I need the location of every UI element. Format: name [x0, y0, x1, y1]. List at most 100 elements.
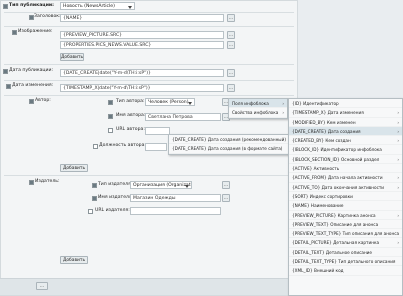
pub-date-input[interactable]: {DATE_CREATE|date("Y-m-d\TH:i:sP")}: [60, 69, 224, 77]
menu-item-label: Поля инфоблока: [232, 101, 269, 106]
author-name-checkbox[interactable]: [108, 114, 113, 119]
menu-item-date-recommended[interactable]: {DATE_CREATE} Дата создания (рекомендова…: [169, 135, 289, 145]
menu-item-field[interactable]: {CREATED_BY} Кем создан ›: [289, 136, 402, 146]
menu-item-field[interactable]: {PREVIEW_TEXT_TYPE} Тип описания для ано…: [289, 229, 402, 239]
menu-item-field[interactable]: {TIMESTAMP_X} Дата изменения ›: [289, 108, 402, 118]
chevron-right-icon: ›: [397, 184, 399, 190]
publisher-name-checkbox[interactable]: [92, 196, 97, 201]
publisher-name-label: Имя издателя:: [98, 195, 134, 200]
menu-item-label: {XML_ID} Внешний код: [292, 268, 344, 274]
menu-item-label: {SORT} Индекс сортировки: [292, 193, 353, 199]
menu-item-field[interactable]: {ACTIVE_TO} Дата окончания активности ›: [289, 183, 402, 192]
publisher-url-checkbox[interactable]: [88, 209, 93, 214]
image-1-plus-button[interactable]: ...: [227, 31, 235, 39]
publisher-add-button[interactable]: Добавить: [60, 256, 88, 264]
chevron-right-icon: ›: [397, 128, 399, 134]
menu-item-label: {IBLOCK_ID} Идентификатор инфоблока: [292, 147, 382, 153]
images-checkbox[interactable]: [12, 30, 17, 35]
menu-item-field[interactable]: {ACTIVE_FROM} Дата начала активности ›: [289, 173, 402, 183]
author-name-label: Имя автора:: [116, 113, 146, 118]
publisher-type-label: Тип издателя:: [98, 182, 133, 187]
menu-item-label: {IBLOCK_SECTION_ID} Основной раздел: [292, 156, 380, 162]
publisher-label: Издатель:: [35, 179, 60, 184]
source-menu: Поля инфоблока › Свойства инфоблока ›: [228, 98, 288, 119]
image-input-1[interactable]: {PREVIEW_PICTURE.SRC}: [60, 31, 224, 39]
menu-item-label: {MODIFIED_BY} Кем изменен: [292, 119, 356, 125]
author-position-input[interactable]: [145, 143, 167, 151]
menu-item-field[interactable]: {NAME} Наименование: [289, 201, 402, 211]
pub-date-plus-button[interactable]: ...: [227, 69, 235, 77]
pub-type-checkbox[interactable]: [3, 4, 8, 9]
publisher-type-plus-button[interactable]: ...: [222, 181, 230, 189]
chevron-right-icon: ›: [397, 110, 399, 116]
menu-item-field[interactable]: {MODIFIED_BY} Кем изменен ›: [289, 118, 402, 127]
title-label: Заголовок:: [34, 14, 61, 19]
author-type-select[interactable]: Человек (Person): [145, 98, 195, 106]
image-input-2[interactable]: {PROPERTIES.PICS_NEWS.VALUE.SRC}: [60, 41, 224, 49]
pub-date-label: Дата публикации:: [9, 68, 54, 73]
menu-item-field[interactable]: {DETAIL_TEXT_TYPE} Тип детального описан…: [289, 257, 402, 267]
menu-item-label: {PREVIEW_TEXT_TYPE} Тип описания для ано…: [292, 231, 400, 237]
publisher-type-select[interactable]: Организация (Organization): [130, 181, 192, 189]
menu-item-field[interactable]: {IBLOCK_ID} Идентификатор инфоблока: [289, 145, 402, 155]
menu-item-label: {DETAIL_TEXT_TYPE} Тип детального описан…: [292, 259, 396, 265]
menu-item-label: {PREVIEW_PICTURE} Картинка анонса: [292, 212, 376, 218]
mod-date-checkbox[interactable]: [6, 84, 11, 89]
menu-item-field[interactable]: {DATE_CREATE} Дата создания ›: [289, 126, 402, 137]
menu-item-iblock-properties[interactable]: Свойства инфоблока ›: [229, 108, 287, 118]
menu-item-label: {ACTIVE_TO} Дата окончания активности: [292, 184, 385, 190]
menu-item-field[interactable]: {ID} Идентификатор: [289, 99, 402, 109]
divider: [4, 175, 294, 176]
images-label: Изображение:: [18, 29, 53, 34]
divider: [4, 26, 294, 27]
author-label: Автор:: [35, 98, 51, 103]
title-input[interactable]: {NAME}: [60, 14, 224, 22]
divider: [4, 64, 294, 65]
author-add-button[interactable]: Добавить: [60, 164, 88, 172]
menu-item-field[interactable]: {XML_ID} Внешний код: [289, 266, 402, 276]
chevron-right-icon: ›: [397, 156, 399, 162]
publisher-name-plus-button[interactable]: ...: [222, 194, 230, 202]
title-plus-button[interactable]: ...: [227, 14, 235, 22]
chevron-right-icon: ›: [397, 240, 399, 246]
author-name-input[interactable]: Светлана Петрова: [145, 113, 221, 121]
pub-type-select[interactable]: Новость (NewsArticle): [60, 2, 135, 10]
menu-item-field[interactable]: {SORT} Индекс сортировки: [289, 192, 402, 202]
bottom-toggle-button[interactable]: ...: [36, 282, 48, 290]
mod-date-plus-button[interactable]: ...: [227, 84, 235, 92]
mod-date-input[interactable]: {TIMESTAMP_X|date("Y-m-d\TH:i:sP")}: [60, 84, 224, 92]
publisher-url-label: URL издателя:: [95, 208, 130, 213]
menu-item-label: {ACTIVE} Активность: [292, 166, 340, 172]
menu-item-iblock-fields[interactable]: Поля инфоблока ›: [229, 99, 287, 109]
author-type-checkbox[interactable]: [108, 100, 113, 105]
menu-item-field[interactable]: {PREVIEW_TEXT} Описание для анонса: [289, 220, 402, 230]
chevron-right-icon: ›: [282, 101, 284, 106]
divider: [4, 12, 294, 13]
menu-item-label: {PREVIEW_TEXT} Описание для анонса: [292, 221, 379, 227]
author-checkbox[interactable]: [29, 99, 34, 104]
chevron-right-icon: ›: [397, 175, 399, 181]
menu-item-label: {ID} Идентификатор: [292, 101, 339, 106]
menu-item-field[interactable]: {DETAIL_PICTURE} Детальная картинка ›: [289, 238, 402, 248]
menu-item-field[interactable]: {DETAIL_TEXT} Детальное описание: [289, 248, 402, 258]
publisher-name-input[interactable]: Магазин Одежды: [130, 194, 221, 202]
menu-item-date-site-format[interactable]: {DATE_CREATE} Дата создания (в формате с…: [169, 144, 289, 154]
date-options-menu: {DATE_CREATE} Дата создания (рекомендова…: [168, 134, 290, 155]
author-position-checkbox[interactable]: [93, 144, 98, 149]
author-url-checkbox[interactable]: [108, 128, 113, 133]
publisher-checkbox[interactable]: [29, 180, 34, 185]
images-add-button[interactable]: Добавить: [60, 53, 84, 61]
menu-item-field[interactable]: {PREVIEW_PICTURE} Картинка анонса ›: [289, 211, 402, 220]
image-2-plus-button[interactable]: ...: [227, 41, 235, 49]
mod-date-label: Дата изменения:: [12, 83, 54, 88]
menu-item-label: {DATE_CREATE} Дата создания: [292, 128, 361, 134]
divider: [4, 80, 294, 81]
pub-type-label: Тип публикации:: [9, 3, 54, 8]
chevron-right-icon: ›: [397, 119, 399, 125]
menu-item-field[interactable]: {IBLOCK_SECTION_ID} Основной раздел ›: [289, 155, 402, 165]
pub-date-checkbox[interactable]: [3, 69, 8, 74]
publisher-type-checkbox[interactable]: [92, 183, 97, 188]
author-url-input[interactable]: [145, 127, 170, 135]
menu-item-field[interactable]: {ACTIVE} Активность: [289, 164, 402, 174]
publisher-url-input[interactable]: [130, 207, 221, 215]
